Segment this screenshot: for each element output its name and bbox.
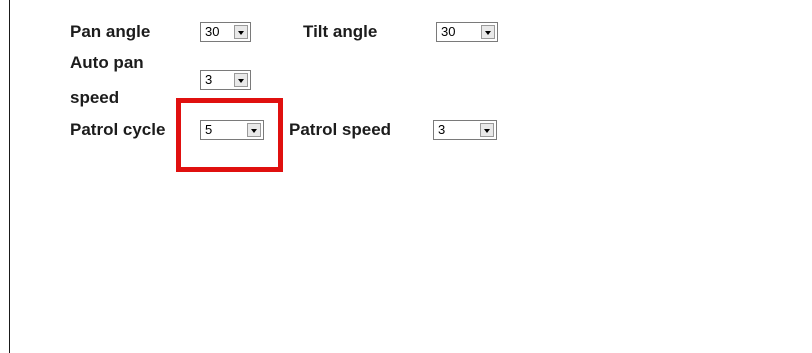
auto-pan-speed-select[interactable]: 3: [200, 70, 251, 90]
pan-angle-select[interactable]: 30: [200, 22, 251, 42]
auto-pan-speed-value: 3: [205, 72, 213, 87]
patrol-speed-select[interactable]: 3: [433, 120, 497, 140]
patrol-cycle-label: Patrol cycle: [70, 120, 166, 139]
patrol-speed-label: Patrol speed: [289, 120, 392, 139]
tilt-angle-value: 30: [441, 24, 456, 39]
tilt-angle-select[interactable]: 30: [436, 22, 498, 42]
chevron-down-icon[interactable]: [480, 123, 494, 137]
tilt-angle-label: Tilt angle: [303, 22, 378, 41]
chevron-down-icon[interactable]: [481, 25, 495, 39]
auto-pan-speed-label-line2: speed: [70, 88, 120, 107]
chevron-down-icon[interactable]: [234, 73, 248, 87]
patrol-speed-value: 3: [438, 122, 446, 137]
page-left-border: [9, 0, 10, 353]
chevron-down-icon[interactable]: [234, 25, 248, 39]
pan-angle-label: Pan angle: [70, 22, 151, 41]
auto-pan-speed-label-line1: Auto pan: [70, 53, 144, 72]
highlight-box: [176, 98, 283, 172]
pan-angle-value: 30: [205, 24, 220, 39]
